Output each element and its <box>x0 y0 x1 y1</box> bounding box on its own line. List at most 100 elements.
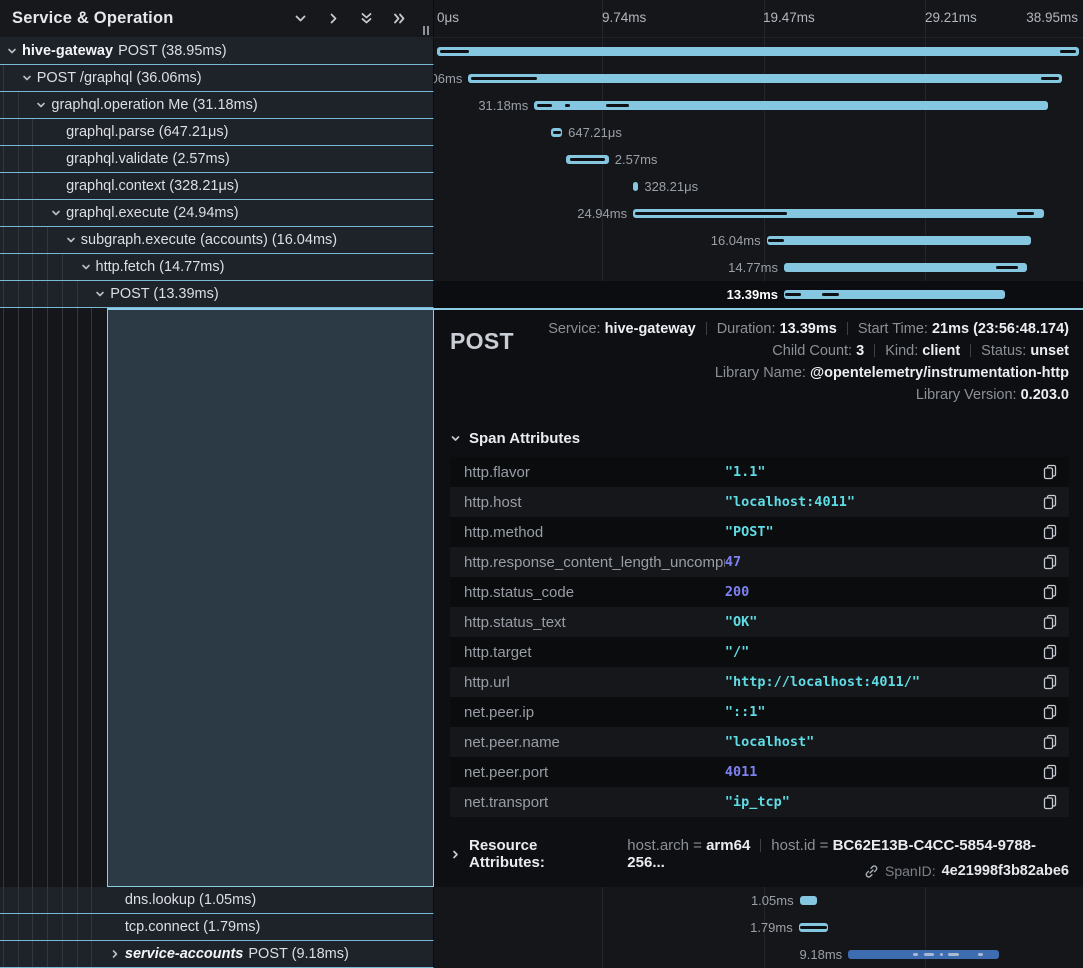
indent-guide <box>3 227 4 253</box>
field-label: Service: <box>548 321 604 337</box>
collapse-all-icon[interactable] <box>392 11 407 26</box>
link-icon[interactable] <box>864 864 879 879</box>
span-duration-label: 13.39ms <box>727 287 778 302</box>
indent-guide <box>3 887 4 913</box>
span-timeline-cell[interactable]: 1.79ms <box>434 914 1083 941</box>
column-resizer-grip[interactable] <box>423 26 429 35</box>
span-name-cell[interactable]: http.fetch (14.77ms) <box>0 254 434 281</box>
span-name-cell[interactable]: dns.lookup (1.05ms) <box>0 887 434 914</box>
selected-span-region[interactable] <box>107 308 434 887</box>
span-row: service-accountsPOST (9.18ms)9.18ms <box>0 941 1083 968</box>
span-timeline-cell[interactable]: 14.77ms <box>434 254 1083 281</box>
span-timeline-cell[interactable]: 328.21μs <box>434 173 1083 200</box>
span-timeline-cell[interactable]: 36.06ms <box>434 65 1083 92</box>
attribute-value: "OK" <box>725 614 1043 630</box>
resource-key: host.arch = <box>627 837 706 854</box>
expand-one-icon[interactable] <box>326 11 341 26</box>
span-bar[interactable] <box>799 923 829 932</box>
copy-icon[interactable] <box>1043 644 1057 660</box>
attribute-key: http.target <box>464 644 725 661</box>
field-value: client <box>922 343 960 359</box>
span-name-cell[interactable]: graphql.execute (24.94ms) <box>0 200 434 227</box>
copy-icon[interactable] <box>1043 734 1057 750</box>
chevron-right-icon[interactable] <box>110 949 120 959</box>
span-bar[interactable] <box>784 263 1027 272</box>
span-rows-top: hive-gatewayPOST (38.95ms)38.95msPOST /g… <box>0 38 1083 308</box>
chevron-down-icon[interactable] <box>22 73 32 83</box>
span-timeline-cell[interactable]: 24.94ms <box>434 200 1083 227</box>
span-id-label: SpanID: <box>885 863 936 879</box>
span-name-cell[interactable]: hive-gatewayPOST (38.95ms) <box>0 38 434 65</box>
span-bar[interactable] <box>633 209 1044 218</box>
copy-icon[interactable] <box>1043 614 1057 630</box>
field-label: Start Time: <box>858 321 932 337</box>
indent-guide <box>3 119 4 145</box>
resource-attribute: host.arch = arm64 <box>627 837 750 854</box>
span-name-cell[interactable]: graphql.parse (647.21μs) <box>0 119 434 146</box>
chevron-down-icon[interactable] <box>95 289 105 299</box>
span-bar-notch <box>1017 212 1033 215</box>
span-timeline-cell[interactable]: 9.18ms <box>434 941 1083 968</box>
span-bar-notch <box>537 104 552 107</box>
field-value: 13.39ms <box>780 321 837 337</box>
span-name-cell[interactable]: graphql.context (328.21μs) <box>0 173 434 200</box>
span-attributes-toggle[interactable]: Span Attributes <box>450 430 1069 447</box>
copy-icon[interactable] <box>1043 554 1057 570</box>
indent-guide <box>62 281 63 307</box>
span-bar[interactable] <box>800 896 817 905</box>
indent-guide <box>18 887 19 913</box>
indent-guide <box>32 281 33 307</box>
span-timeline-cell[interactable]: 38.95ms <box>434 38 1083 65</box>
trace-viewer: Service & Operation 0μs9.74ms19.47ms29.2… <box>0 0 1083 968</box>
copy-icon[interactable] <box>1043 674 1057 690</box>
copy-icon[interactable] <box>1043 704 1057 720</box>
copy-icon[interactable] <box>1043 494 1057 510</box>
span-bar[interactable] <box>633 182 638 191</box>
indent-guide <box>77 281 78 307</box>
span-name-label: subgraph.execute (accounts) (16.04ms) <box>81 232 337 248</box>
span-bar[interactable] <box>767 236 1031 245</box>
span-timeline-cell[interactable]: 647.21μs <box>434 119 1083 146</box>
span-id-value: 4e21998f3b82abe6 <box>942 863 1069 879</box>
tree-controls <box>293 11 423 26</box>
chevron-down-icon[interactable] <box>66 235 76 245</box>
span-timeline-cell[interactable]: 1.05ms <box>434 887 1083 914</box>
chevron-down-icon[interactable] <box>81 262 91 272</box>
indent-guide <box>32 941 33 967</box>
copy-icon[interactable] <box>1043 764 1057 780</box>
span-timeline-cell[interactable]: 2.57ms <box>434 146 1083 173</box>
span-bar[interactable] <box>551 128 562 137</box>
span-timeline-cell[interactable]: 31.18ms <box>434 92 1083 119</box>
indent-guide <box>91 914 92 940</box>
span-bar[interactable] <box>566 155 608 164</box>
span-bar[interactable] <box>468 74 1062 83</box>
chevron-down-icon[interactable] <box>7 46 17 56</box>
attribute-key: net.peer.ip <box>464 704 725 721</box>
copy-icon[interactable] <box>1043 524 1057 540</box>
span-attributes-table: http.flavor"1.1"http.host"localhost:4011… <box>450 457 1069 817</box>
expand-all-icon[interactable] <box>359 11 374 26</box>
span-name-cell[interactable]: graphql.operation Me (31.18ms) <box>0 92 434 119</box>
span-name-cell[interactable]: tcp.connect (1.79ms) <box>0 914 434 941</box>
chevron-down-icon[interactable] <box>36 100 46 110</box>
span-bar[interactable] <box>534 101 1048 110</box>
span-name-cell[interactable]: graphql.validate (2.57ms) <box>0 146 434 173</box>
span-bar[interactable] <box>848 950 999 959</box>
chevron-down-icon[interactable] <box>51 208 61 218</box>
span-timeline-cell[interactable]: 16.04ms <box>434 227 1083 254</box>
indent-guide <box>62 308 63 887</box>
span-name-cell[interactable]: POST /graphql (36.06ms) <box>0 65 434 92</box>
collapse-one-icon[interactable] <box>293 11 308 26</box>
span-bar[interactable] <box>784 290 1005 299</box>
span-name-cell[interactable]: service-accountsPOST (9.18ms) <box>0 941 434 968</box>
span-name-cell[interactable]: POST (13.39ms) <box>0 281 434 308</box>
copy-icon[interactable] <box>1043 464 1057 480</box>
span-timeline-cell[interactable]: 13.39ms <box>434 281 1083 308</box>
span-name-cell[interactable]: subgraph.execute (accounts) (16.04ms) <box>0 227 434 254</box>
axis-tick-label: 9.74ms <box>602 10 646 25</box>
attribute-value: 4011 <box>725 764 1043 780</box>
span-duration-label: 16.04ms <box>711 233 761 248</box>
copy-icon[interactable] <box>1043 794 1057 810</box>
span-bar[interactable] <box>437 47 1079 56</box>
copy-icon[interactable] <box>1043 584 1057 600</box>
